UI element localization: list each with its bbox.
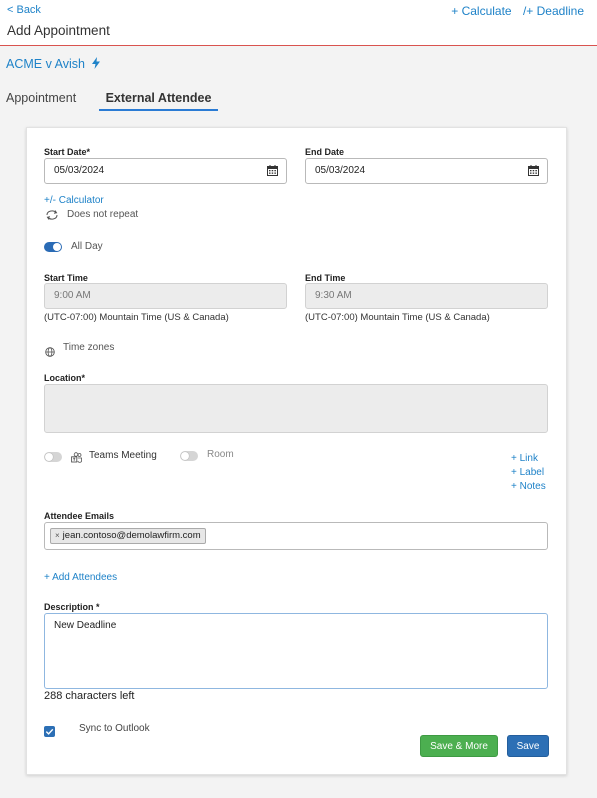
time-zones-link[interactable]: Time zones: [63, 342, 114, 353]
location-label: Location*: [44, 373, 86, 383]
chars-left: 288 characters left: [44, 690, 135, 702]
save-and-more-button[interactable]: Save & More: [420, 735, 498, 757]
calculator-link[interactable]: +/- Calculator: [44, 195, 104, 206]
teams-icon: [71, 451, 83, 469]
add-label-link[interactable]: + Label: [511, 467, 544, 478]
sync-label: Sync to Outlook: [79, 723, 150, 734]
teams-meeting-toggle[interactable]: [44, 452, 62, 462]
start-time-value: 9:00 AM: [54, 290, 91, 301]
globe-icon: [45, 344, 55, 362]
page-header: < Back + Calculate /+ Deadline Add Appoi…: [0, 0, 597, 46]
repeat-selector[interactable]: Does not repeat: [67, 209, 138, 220]
teams-meeting-label: Teams Meeting: [89, 450, 157, 461]
calendar-icon[interactable]: [267, 165, 278, 179]
save-button[interactable]: Save: [507, 735, 549, 757]
start-date-value: 05/03/2024: [54, 165, 105, 176]
add-attendees-link[interactable]: + Add Attendees: [44, 572, 117, 583]
attendee-chip: × jean.contoso@demolawfirm.com: [50, 528, 206, 544]
appointment-form: Start Date* 05/03/2024 End Date 05/03/20…: [26, 127, 567, 775]
calendar-icon[interactable]: [528, 165, 539, 179]
end-date-label: End Date: [305, 147, 345, 157]
description-label: Description *: [44, 602, 100, 612]
end-timezone: (UTC-07:00) Mountain Time (US & Canada): [305, 312, 490, 323]
matter-name: ACME v Avish: [6, 57, 85, 71]
all-day-label: All Day: [71, 241, 103, 252]
lightning-icon: [92, 57, 101, 72]
all-day-toggle[interactable]: [44, 242, 62, 252]
add-link-link[interactable]: + Link: [511, 453, 538, 464]
location-field[interactable]: [44, 384, 548, 433]
description-value: New Deadline: [54, 620, 117, 631]
end-time-field[interactable]: 9:30 AM: [305, 283, 548, 309]
add-notes-link[interactable]: + Notes: [511, 481, 546, 492]
page-title: Add Appointment: [7, 23, 110, 38]
tab-external-attendee[interactable]: External Attendee: [99, 91, 218, 111]
room-toggle[interactable]: [180, 451, 198, 461]
sync-checkbox[interactable]: [44, 724, 55, 742]
end-date-field[interactable]: 05/03/2024: [305, 158, 548, 184]
header-actions: + Calculate /+ Deadline: [451, 4, 584, 18]
start-time-field[interactable]: 9:00 AM: [44, 283, 287, 309]
remove-attendee-icon[interactable]: ×: [55, 531, 60, 540]
start-date-label: Start Date*: [44, 147, 91, 157]
attendee-emails-label: Attendee Emails: [44, 511, 115, 521]
attendee-emails-field[interactable]: × jean.contoso@demolawfirm.com: [44, 522, 548, 550]
start-date-field[interactable]: 05/03/2024: [44, 158, 287, 184]
attendee-email: jean.contoso@demolawfirm.com: [62, 530, 201, 541]
tab-appointment[interactable]: Appointment: [6, 91, 76, 105]
end-date-value: 05/03/2024: [315, 165, 366, 176]
end-time-label: End Time: [305, 273, 346, 283]
repeat-icon: [45, 208, 59, 226]
deadline-link[interactable]: /+ Deadline: [523, 4, 584, 18]
end-time-value: 9:30 AM: [315, 290, 352, 301]
start-time-label: Start Time: [44, 273, 88, 283]
description-field[interactable]: New Deadline: [44, 613, 548, 689]
start-timezone: (UTC-07:00) Mountain Time (US & Canada): [44, 312, 229, 323]
back-link[interactable]: < Back: [7, 4, 41, 16]
calculate-link[interactable]: + Calculate: [451, 4, 511, 18]
room-label: Room: [207, 449, 234, 460]
matter-link[interactable]: ACME v Avish: [6, 57, 101, 72]
